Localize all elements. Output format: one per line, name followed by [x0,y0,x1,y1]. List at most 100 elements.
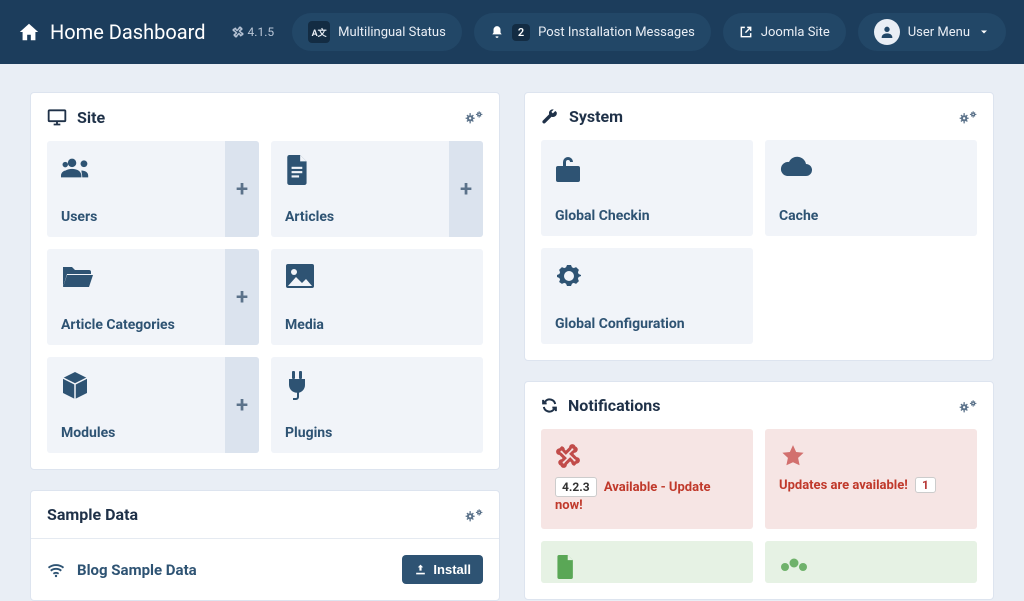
multilingual-status-button[interactable]: A文 Multilingual Status [292,13,462,51]
global-configuration-label: Global Configuration [555,316,739,332]
site-card: Site Users + [30,92,500,470]
topbar: Home Dashboard 4.1.5 A文 Multilingual Sta… [0,0,1024,64]
notification-joomla-update[interactable]: 4.2.3 Available - Update now! [541,429,753,529]
site-card-title: Site [77,108,105,127]
site-card-settings[interactable] [465,110,483,124]
notifications-card-title: Notifications [568,396,661,415]
upload-icon [414,563,427,576]
folder-open-icon [61,263,211,289]
notification-green-2[interactable] [765,541,977,583]
install-label: Install [433,562,471,577]
sync-icon [541,397,558,414]
right-column: System Global Checkin [524,92,994,601]
plugins-label: Plugins [285,425,469,441]
joomla-update-version: 4.2.3 [555,477,597,497]
chevron-down-icon [978,26,990,38]
modules-add-button[interactable]: + [225,357,259,453]
tile-global-checkin: Global Checkin [541,140,753,236]
notifications-card-settings[interactable] [959,399,977,413]
joomla-logo-icon [232,26,244,38]
sampledata-card: Sample Data Blog Sample Data Install [30,490,500,601]
wifi-icon [47,562,65,578]
plug-icon [285,371,469,403]
media-label: Media [285,317,469,333]
external-link-icon [739,25,753,39]
frontend-label: Joomla Site [761,25,830,40]
gear-icon [959,110,977,124]
tile-media: Media [271,249,483,345]
page-title-wrap: Home Dashboard [18,20,206,44]
cloud-icon [779,154,963,178]
article-categories-add-button[interactable]: + [225,249,259,345]
tile-plugins: Plugins [271,357,483,453]
joomla-version[interactable]: 4.1.5 [232,25,281,39]
modules-label: Modules [61,425,211,441]
system-card: System Global Checkin [524,92,994,361]
page-title: Home Dashboard [50,20,206,44]
user-menu-label: User Menu [908,25,970,40]
articles-add-button[interactable]: + [449,141,483,237]
version-text: 4.1.5 [248,25,275,39]
tile-articles: Articles + [271,141,483,237]
left-column: Site Users + [30,92,500,601]
ext-update-text: Updates are available! [779,478,908,493]
gear-solid-icon [555,262,739,290]
articles-link[interactable]: Articles [271,141,449,237]
modules-link[interactable]: Modules [47,357,225,453]
system-card-title: System [569,107,623,126]
article-categories-link[interactable]: Article Categories [47,249,225,345]
global-checkin-link[interactable]: Global Checkin [541,140,753,236]
language-icon: A文 [308,21,330,43]
home-icon [18,21,40,43]
dots-green-icon [779,555,963,573]
post-install-messages-button[interactable]: 2 Post Installation Messages [474,13,711,51]
article-categories-label: Article Categories [61,317,211,333]
image-icon [285,263,469,289]
cube-icon [61,371,211,401]
tile-cache: Cache [765,140,977,236]
notification-extensions-update[interactable]: Updates are available! 1 [765,429,977,529]
sampledata-blog-title: Blog Sample Data [77,561,390,579]
tile-users: Users + [47,141,259,237]
plugins-link[interactable]: Plugins [271,357,483,453]
user-menu-button[interactable]: User Menu [858,13,1006,51]
notifications-card: Notifications 4.2.3 Available - Upd [524,381,994,600]
tile-article-categories: Article Categories + [47,249,259,345]
users-label: Users [61,209,211,225]
monitor-icon [47,107,67,127]
install-button[interactable]: Install [402,555,483,584]
ext-update-count: 1 [915,477,936,493]
users-link[interactable]: Users [47,141,225,237]
media-link[interactable]: Media [271,249,483,345]
cache-link[interactable]: Cache [765,140,977,236]
wrench-icon [541,108,559,126]
gear-icon [959,399,977,413]
frontend-link-button[interactable]: Joomla Site [723,13,846,51]
post-install-count: 2 [512,24,530,41]
star-icon [779,443,963,469]
sampledata-card-title: Sample Data [47,505,138,524]
system-card-settings[interactable] [959,110,977,124]
sampledata-card-settings[interactable] [465,508,483,522]
file-green-icon [555,555,739,579]
bell-icon [490,25,504,39]
sampledata-row-blog: Blog Sample Data Install [31,538,499,600]
joomla-red-icon [555,443,739,469]
global-checkin-label: Global Checkin [555,208,739,224]
notification-green-1[interactable] [541,541,753,583]
users-icon [61,155,211,181]
users-add-button[interactable]: + [225,141,259,237]
cache-label: Cache [779,208,963,224]
tile-modules: Modules + [47,357,259,453]
unlock-icon [555,154,739,184]
gear-icon [465,110,483,124]
dashboard-content: Site Users + [0,64,1024,601]
global-configuration-link[interactable]: Global Configuration [541,248,753,344]
user-avatar-icon [874,19,900,45]
articles-label: Articles [285,209,435,225]
post-install-label: Post Installation Messages [538,25,695,40]
tile-global-configuration: Global Configuration [541,248,753,344]
multilingual-label: Multilingual Status [338,25,446,40]
gear-icon [465,508,483,522]
file-text-icon [285,155,435,185]
